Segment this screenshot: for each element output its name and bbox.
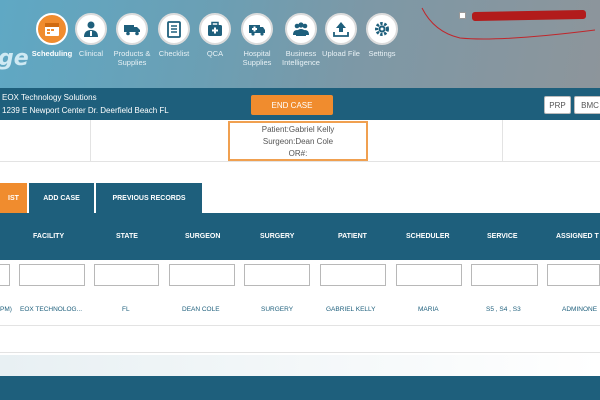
filter-input-surgery[interactable] [244, 264, 310, 286]
cell-service: S5 , S4 , S3 [486, 306, 521, 313]
top-header: ge Scheduling Clinical Products & Suppli… [0, 0, 600, 88]
nav-label: Hospital Supplies [242, 49, 272, 67]
filter-input-facility[interactable] [19, 264, 85, 286]
annotation-scribble [421, 7, 596, 40]
upload-icon [325, 13, 357, 45]
company-name: EOX Technology Solutions [2, 93, 97, 102]
cell-facility: EOX TECHNOLOG... [20, 306, 83, 313]
ambulance-icon [241, 13, 273, 45]
cell-time: PM) [0, 306, 12, 313]
company-address: 1239 E Newport Center Dr. Deerfield Beac… [2, 106, 169, 115]
surgeon-name: Dean Cole [295, 137, 334, 146]
surgeon-label: Surgeon: [262, 137, 296, 146]
bmc-button[interactable]: BMC [574, 96, 600, 114]
column-header-scheduler: SCHEDULER [406, 233, 450, 240]
cell-scheduler: MARIA [418, 306, 439, 313]
cell-surgery: SURGERY [261, 306, 294, 313]
filter-input-time[interactable] [0, 264, 10, 286]
tab-add-case[interactable]: ADD CASE [29, 183, 94, 213]
divider [502, 120, 503, 162]
filter-input-assigned[interactable] [547, 264, 600, 286]
filter-input-patient[interactable] [320, 264, 386, 286]
medical-kit-icon [199, 13, 231, 45]
end-case-button[interactable]: END CASE [251, 95, 333, 115]
patient-line: Patient:Gabriel Kelly [230, 125, 366, 134]
app-logo: ge [0, 46, 29, 71]
people-icon [285, 13, 317, 45]
patient-label: Patient: [261, 125, 289, 134]
cell-state: FL [122, 306, 130, 313]
doctor-icon [75, 13, 107, 45]
column-header-assigned: ASSIGNED T [556, 233, 599, 240]
filter-input-scheduler[interactable] [396, 264, 462, 286]
or-label: OR#: [288, 149, 308, 158]
background-shade [0, 355, 600, 376]
cell-surgeon: DEAN COLE [182, 306, 220, 313]
checklist-icon [158, 13, 190, 45]
filter-input-surgeon[interactable] [169, 264, 235, 286]
tab-list[interactable]: IST [0, 183, 27, 213]
column-header-facility: FACILITY [33, 233, 65, 240]
filter-input-service[interactable] [471, 264, 538, 286]
column-header-patient: PATIENT [338, 233, 367, 240]
cell-patient: GABRIEL KELLY [326, 306, 376, 313]
divider [90, 120, 91, 162]
nav-settings[interactable]: Settings [357, 13, 407, 58]
patient-name: Gabriel Kelly [288, 125, 335, 134]
column-header-service: SERVICE [487, 233, 518, 240]
cell-assigned: ADMINONE [562, 306, 598, 313]
prp-button[interactable]: PRP [544, 96, 571, 114]
tab-previous-records[interactable]: PREVIOUS RECORDS [96, 183, 202, 213]
divider [0, 352, 600, 353]
nav-label: Settings [368, 49, 396, 58]
column-header-surgery: SURGERY [260, 233, 295, 240]
surgeon-line: Surgeon:Dean Cole [230, 137, 366, 146]
column-header-surgeon: SURGEON [185, 233, 221, 240]
calendar-icon [36, 13, 68, 45]
nav-hospital-supplies[interactable]: Hospital Supplies [232, 13, 282, 67]
column-header-state: STATE [116, 233, 138, 240]
or-line: OR#: [230, 149, 366, 158]
filter-input-state[interactable] [94, 264, 159, 286]
gear-icon [366, 13, 398, 45]
truck-icon [116, 13, 148, 45]
footer-bar [0, 376, 600, 400]
patient-info-box: Patient:Gabriel Kelly Surgeon:Dean Cole … [228, 121, 368, 161]
